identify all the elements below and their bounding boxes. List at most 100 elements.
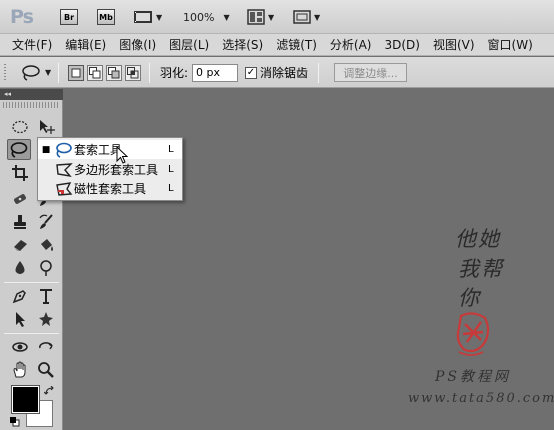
path-selection-tool[interactable] — [8, 308, 32, 329]
stamp-icon — [14, 214, 26, 229]
rectangular-marquee-tool[interactable] — [8, 116, 32, 137]
elliptical-marquee-icon — [12, 120, 28, 133]
lasso-tool-flyout: ■ 套索工具 L 多边形套索工具 L 磁性套索工具 L — [37, 137, 183, 201]
move-tool[interactable] — [34, 116, 58, 137]
antialias-control[interactable]: ✓ 消除锯齿 — [245, 57, 308, 88]
feather-label: 羽化: — [160, 66, 189, 80]
flyout-item-shortcut: L — [168, 183, 174, 194]
magnifier-icon — [38, 361, 54, 378]
antialias-label: 消除锯齿 — [260, 66, 309, 80]
eraser-tool[interactable] — [8, 234, 32, 255]
3d-rotate-tool[interactable] — [8, 336, 32, 357]
feather-input[interactable] — [192, 63, 239, 82]
menu-select[interactable]: 选择(S) — [222, 36, 263, 53]
arrange-documents-dropdown[interactable]: ▼ — [247, 0, 274, 34]
blur-tool[interactable] — [8, 257, 32, 278]
custom-shape-icon — [39, 311, 53, 326]
menu-analysis[interactable]: 分析(A) — [330, 36, 372, 53]
polygonal-lasso-icon — [54, 161, 74, 178]
menu-edit[interactable]: 编辑(E) — [65, 36, 106, 53]
chevron-down-icon: ▼ — [314, 12, 321, 22]
watermark-signature-line-3: 你 — [458, 286, 479, 310]
chevron-down-icon: ▼ — [268, 12, 275, 22]
selection-mode-group — [68, 57, 144, 88]
panel-grip[interactable] — [3, 102, 60, 108]
zoom-tool[interactable] — [34, 359, 58, 380]
menu-file[interactable]: 文件(F) — [12, 36, 52, 53]
screen-mode-icon — [293, 10, 311, 24]
lasso-tool[interactable] — [7, 139, 31, 160]
3d-rotate-icon — [12, 341, 28, 352]
red-seal-stamp — [456, 312, 490, 356]
view-extras-dropdown[interactable]: ▼ — [133, 0, 162, 34]
chevron-down-icon: ▼ — [45, 68, 52, 77]
pen-tool[interactable] — [8, 285, 32, 306]
pen-icon — [12, 289, 26, 303]
bandage-icon — [14, 193, 26, 204]
tool-preset-picker[interactable]: ▼ — [20, 57, 51, 88]
default-colors-button[interactable] — [10, 416, 20, 427]
application-bar: Ps Br Mb ▼ 100% ▼ ▼ ▼ — [0, 0, 554, 34]
antialias-checkbox[interactable]: ✓ — [245, 66, 257, 79]
menu-view[interactable]: 视图(V) — [433, 36, 475, 53]
swap-arrow-icon — [43, 385, 54, 395]
zoom-level-dropdown[interactable]: 100% ▼ — [183, 0, 230, 34]
lasso-icon — [10, 141, 28, 158]
clone-stamp-tool[interactable] — [8, 211, 32, 232]
photoshop-logo: Ps — [10, 6, 34, 28]
film-strip-icon — [134, 11, 152, 23]
arrow-icon — [16, 311, 25, 327]
arrange-documents-icon — [247, 9, 265, 25]
3d-orbit-tool[interactable] — [34, 336, 58, 357]
lasso-icon — [54, 141, 74, 158]
intersect-selection-button[interactable] — [125, 64, 141, 81]
refine-edge-button[interactable]: 调整边缘... — [334, 63, 407, 82]
dodge-tool[interactable] — [34, 257, 58, 278]
menu-layer[interactable]: 图层(L) — [169, 36, 209, 53]
menu-window[interactable]: 窗口(W) — [488, 36, 533, 53]
default-colors-icon — [10, 417, 20, 427]
mouse-cursor-icon — [116, 146, 129, 164]
menu-3d[interactable]: 3D(D) — [384, 38, 419, 52]
watermark-caption: PS教程网 — [435, 369, 512, 385]
feather-control: 羽化: — [160, 57, 239, 88]
flyout-item-lasso[interactable]: ■ 套索工具 L — [38, 140, 182, 159]
flyout-item-label: 磁性套索工具 — [74, 182, 147, 196]
flyout-item-polygonal-lasso[interactable]: 多边形套索工具 L — [38, 160, 182, 179]
watermark-signature-line-1: 他她 — [455, 227, 501, 251]
menu-filter[interactable]: 滤镜(T) — [276, 36, 317, 53]
intersect-selection-icon — [127, 66, 139, 78]
eraser-icon — [14, 239, 27, 251]
type-icon — [40, 288, 52, 304]
paint-bucket-tool[interactable] — [34, 234, 58, 255]
collapse-panel-button[interactable]: ◂◂ — [0, 89, 63, 100]
crop-icon — [12, 164, 28, 181]
flyout-item-shortcut: L — [168, 144, 174, 155]
launch-bridge-button[interactable]: Br — [60, 0, 78, 34]
launch-mini-bridge-button[interactable]: Mb — [97, 0, 115, 34]
chevron-down-icon: ▼ — [223, 12, 230, 22]
dodge-icon — [40, 259, 52, 276]
type-tool[interactable] — [34, 285, 58, 306]
options-grip[interactable] — [4, 57, 12, 88]
new-selection-icon — [71, 68, 81, 77]
subtract-from-selection-button[interactable] — [106, 64, 122, 81]
history-brush-tool[interactable] — [34, 211, 58, 232]
foreground-color-swatch[interactable] — [11, 385, 40, 414]
add-to-selection-button[interactable] — [87, 64, 103, 81]
paint-bucket-icon — [41, 238, 53, 251]
hand-tool[interactable] — [8, 359, 32, 380]
spot-healing-brush-tool[interactable] — [8, 188, 32, 209]
flyout-item-magnetic-lasso[interactable]: 磁性套索工具 L — [38, 179, 182, 198]
crop-tool[interactable] — [8, 162, 32, 183]
screen-mode-dropdown[interactable]: ▼ — [293, 0, 320, 34]
swap-colors-button[interactable] — [43, 385, 56, 395]
watermark-signature-line-2: 我帮 — [458, 257, 504, 281]
subtract-from-selection-icon — [108, 66, 120, 78]
custom-shape-tool[interactable] — [34, 308, 58, 329]
menu-image[interactable]: 图像(I) — [119, 36, 156, 53]
watermark-url: www.tata580.com — [408, 391, 554, 406]
lasso-icon — [22, 64, 40, 81]
new-selection-button[interactable] — [68, 64, 84, 81]
flyout-item-shortcut: L — [168, 164, 174, 175]
